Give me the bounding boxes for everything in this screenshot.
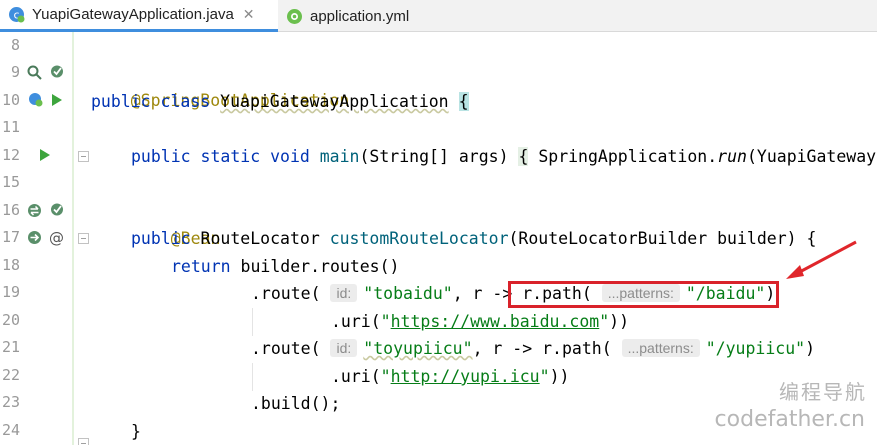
- code-line-10: public class YuapiGatewayApplication {: [91, 88, 469, 115]
- fold-marker-icon[interactable]: [78, 233, 89, 244]
- code-text: .route(: [251, 284, 321, 303]
- class-name: YuapiGatewayApplication: [220, 92, 449, 111]
- bean-check-icon[interactable]: [50, 202, 65, 217]
- code-line-16: @Bean: [131, 198, 221, 248]
- keyword: return: [171, 257, 241, 276]
- code-text: )): [609, 312, 630, 331]
- bean-swap-icon[interactable]: [27, 203, 42, 218]
- parameter-hint: id:: [330, 284, 358, 302]
- code-text: (RouteLocatorBuilder builder) {: [508, 229, 817, 248]
- line-number: 18: [1, 256, 20, 274]
- tab-yuapigatewayapplication-java[interactable]: c YuapiGatewayApplication.java ✕: [0, 0, 278, 32]
- arrow-icon: [786, 240, 857, 279]
- line-number: 19: [1, 283, 20, 301]
- url-link[interactable]: http://yupi.icu: [391, 367, 540, 386]
- at-icon[interactable]: @: [49, 229, 64, 247]
- method-call: run: [717, 147, 747, 166]
- keyword: public class: [91, 92, 221, 111]
- code-line-12: public static void main(String[] args) {…: [131, 143, 876, 170]
- run-icon[interactable]: [52, 94, 62, 106]
- fold-marker-icon[interactable]: [78, 151, 89, 162]
- string-literal: "toyupiicu": [363, 339, 473, 358]
- code-text: (YuapiGateway: [746, 147, 877, 166]
- method-name: main: [319, 147, 360, 166]
- code-line-24: }: [131, 418, 141, 445]
- line-number: 10: [1, 91, 20, 109]
- line-number: 23: [1, 393, 20, 411]
- line-number: 12: [1, 146, 20, 164]
- code-line-20: .uri("https://www.baidu.com")): [331, 308, 629, 335]
- code-line-18: return builder.routes(): [171, 253, 400, 280]
- code-text: , r -> r.path(: [472, 339, 612, 358]
- gutter-divider: [72, 32, 74, 445]
- line-number: 9: [10, 63, 20, 81]
- code-text: .route(: [251, 339, 321, 358]
- code-text: (String[] args): [359, 147, 519, 166]
- type-name: RouteLocator: [200, 229, 330, 248]
- line-number: 22: [1, 366, 20, 384]
- code-text: .build();: [251, 394, 341, 413]
- code-text: .uri(: [331, 312, 381, 331]
- code-text: SpringApplication.: [528, 147, 718, 166]
- spring-config-icon: [286, 8, 303, 25]
- zoom-icon[interactable]: [27, 65, 42, 80]
- keyword: public: [131, 229, 201, 248]
- line-number: 17: [1, 228, 20, 246]
- watermark-url: codefather.cn: [714, 407, 865, 432]
- brace: {: [458, 92, 469, 111]
- string-literal: "tobaidu": [363, 284, 453, 303]
- highlight-box: [508, 281, 779, 308]
- spring-run-icon[interactable]: [28, 92, 43, 107]
- fold-marker-icon[interactable]: [78, 438, 89, 445]
- code-text: builder.routes(): [240, 257, 400, 276]
- code-text: .uri(: [331, 367, 381, 386]
- brace: {: [518, 147, 529, 166]
- string-quote: ": [380, 312, 391, 331]
- watermark-title: 编程导航: [779, 380, 867, 404]
- close-icon[interactable]: ✕: [243, 6, 255, 23]
- url-link[interactable]: https://www.baidu.com: [391, 312, 600, 331]
- line-number: 8: [10, 36, 20, 54]
- bean-check-icon[interactable]: [50, 64, 65, 79]
- code-text: ): [805, 339, 816, 358]
- line-number: 11: [1, 118, 20, 136]
- java-class-icon: c: [8, 6, 25, 23]
- line-number: 16: [1, 201, 20, 219]
- line-number: 20: [1, 311, 20, 329]
- method-name: customRouteLocator: [329, 229, 509, 248]
- string-quote: ": [380, 367, 391, 386]
- code-line-9: @SpringBootApplication: [91, 60, 350, 110]
- string-quote: ": [599, 312, 610, 331]
- code-line-22: .uri("http://yupi.icu")): [331, 363, 569, 390]
- line-number: 24: [1, 421, 20, 439]
- code-line-21: .route( id: "toyupiicu", r -> r.path( ...…: [251, 335, 815, 362]
- run-icon[interactable]: [40, 149, 50, 161]
- code-text: }: [131, 422, 141, 441]
- bean-nav-icon[interactable]: [27, 230, 42, 245]
- line-number: 21: [1, 338, 20, 356]
- code-text: )): [549, 367, 570, 386]
- tab-label: YuapiGatewayApplication.java: [32, 6, 234, 23]
- code-line-23: .build();: [251, 390, 340, 417]
- code-line-17: public RouteLocator customRouteLocator(R…: [131, 225, 816, 252]
- tab-application-yml[interactable]: application.yml: [286, 0, 446, 32]
- line-number: 15: [1, 173, 20, 191]
- parameter-hint: id:: [330, 339, 358, 357]
- string-literal: "/yupiicu": [705, 339, 806, 358]
- tab-label: application.yml: [310, 7, 410, 25]
- editor-tab-bar: c YuapiGatewayApplication.java ✕ applica…: [0, 0, 877, 32]
- keyword: public static void: [131, 147, 320, 166]
- code-editor[interactable]: @SpringBootApplication public class Yuap…: [91, 32, 877, 445]
- string-quote: ": [539, 367, 550, 386]
- parameter-hint: ...patterns:: [621, 339, 700, 357]
